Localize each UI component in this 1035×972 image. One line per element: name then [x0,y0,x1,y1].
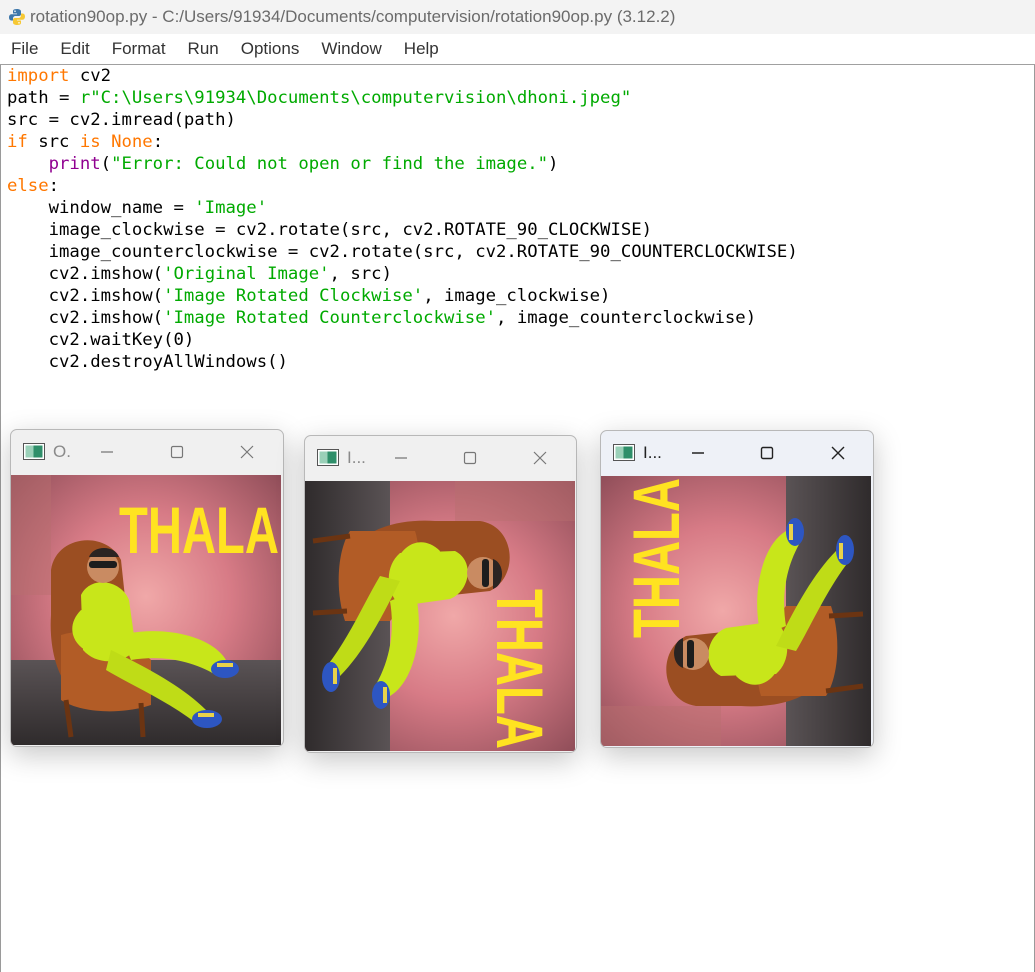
close-icon [831,446,845,460]
menu-file[interactable]: File [0,39,49,59]
original-title-string: 'Original Image' [163,264,330,284]
maximize-button[interactable] [165,440,189,464]
minimize-button[interactable] [686,441,710,465]
minimize-button[interactable] [95,440,119,464]
clockwise-title-string: 'Image Rotated Clockwise' [163,286,424,306]
title-bar: rotation90op.py - C:/Users/91934/Documen… [0,0,1035,34]
menu-help[interactable]: Help [393,39,450,59]
image-window-counterclockwise[interactable]: I... THALA [600,430,874,748]
counterclockwise-title-string: 'Image Rotated Counterclockwise' [163,308,497,328]
image-window-titlebar[interactable]: I... [601,431,873,475]
window-title: rotation90op.py - C:/Users/91934/Documen… [30,7,676,26]
close-icon [533,451,547,465]
opencv-window-icon [613,444,635,461]
maximize-icon [170,445,184,459]
minimize-icon [101,451,113,453]
image-text: THALA [119,493,279,567]
menu-run[interactable]: Run [177,39,230,59]
opencv-window-icon [23,443,45,460]
image-window-original[interactable]: O. THALA [10,429,284,747]
close-button[interactable] [235,440,259,464]
minimize-icon [692,452,704,454]
image-rotated-clockwise: THALA [305,481,575,751]
image-text: THALA [483,589,557,749]
menu-options[interactable]: Options [230,39,311,59]
error-string: "Error: Could not open or find the image… [111,154,549,174]
image-window-title: I... [643,443,662,462]
maximize-button[interactable] [755,441,779,465]
opencv-window-icon [317,449,339,466]
path-string: r"C:\Users\91934\Documents\computervisio… [79,88,632,108]
close-button[interactable] [528,446,552,470]
image-original: THALA [11,475,281,745]
menu-bar: File Edit Format Run Options Window Help [0,34,1035,65]
maximize-icon [760,446,774,460]
python-idle-icon [9,9,25,25]
close-button[interactable] [826,441,850,465]
image-window-clockwise[interactable]: I... THALA [304,435,577,753]
close-icon [240,445,254,459]
image-window-title: O. [53,442,71,461]
minimize-button[interactable] [389,446,413,470]
image-window-titlebar[interactable]: O. [11,430,283,474]
image-window-title: I... [347,448,366,467]
menu-format[interactable]: Format [101,39,177,59]
menu-edit[interactable]: Edit [49,39,100,59]
menu-window[interactable]: Window [310,39,392,59]
image-text: THALA [619,478,693,638]
code-text: import cv2 path = r"C:\Users\91934\Docum… [7,66,798,372]
window-name-string: 'Image' [194,198,268,218]
image-window-titlebar[interactable]: I... [305,436,576,480]
image-rotated-counterclockwise: THALA [601,476,871,746]
maximize-button[interactable] [458,446,482,470]
minimize-icon [395,457,407,459]
maximize-icon [463,451,477,465]
